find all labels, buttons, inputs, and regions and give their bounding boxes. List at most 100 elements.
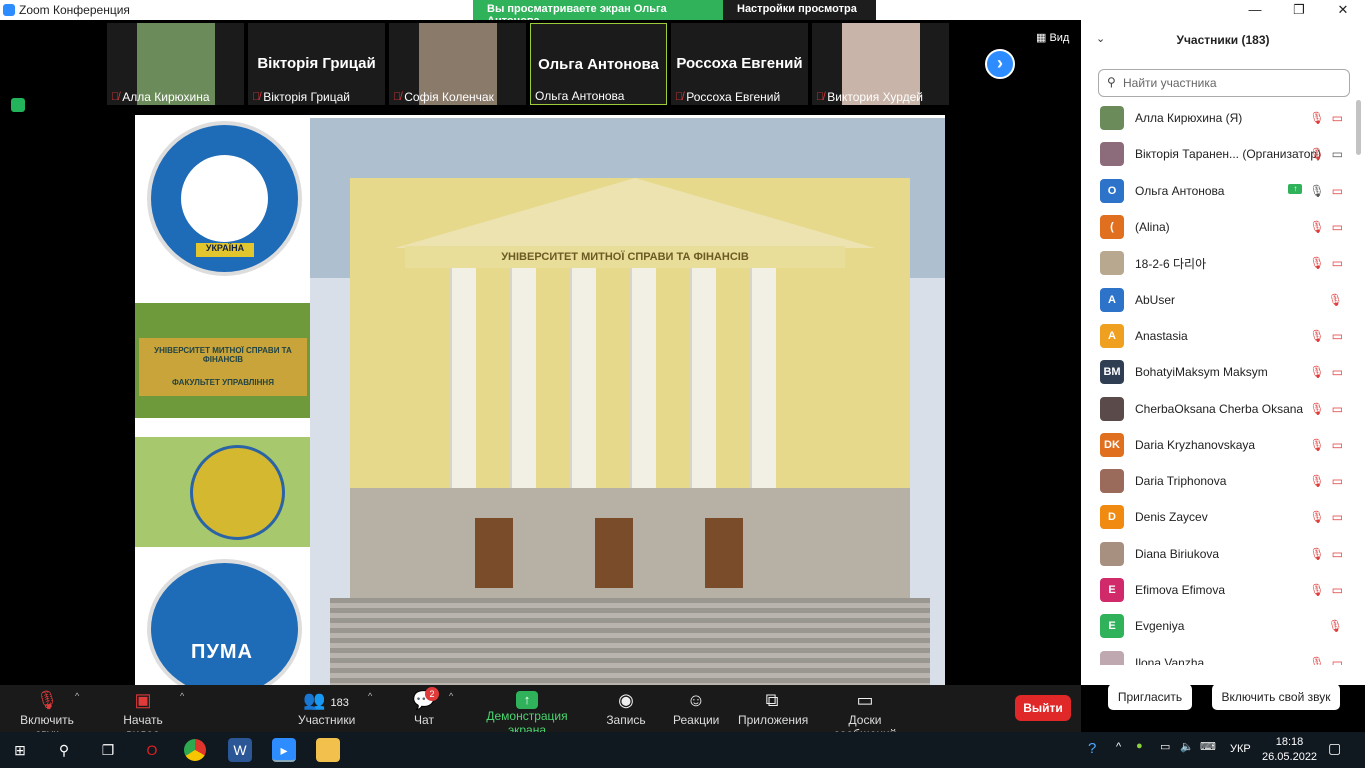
participant-row[interactable]: Алла Кирюхина (Я) 🎙 ▭: [1081, 100, 1355, 136]
video-off-icon[interactable]: ▭: [1332, 656, 1343, 665]
participant-row[interactable]: D Denis Zaycev 🎙 ▭: [1081, 499, 1355, 535]
participant-row[interactable]: Diana Biriukova 🎙 ▭: [1081, 536, 1355, 572]
mic-off-icon: 🎙̸: [252, 91, 261, 103]
mic-off-icon[interactable]: 🎙: [1309, 402, 1324, 416]
chat-caret-icon[interactable]: ^: [449, 691, 453, 701]
participant-list-scrollbar[interactable]: [1356, 100, 1361, 155]
participants-caret-icon[interactable]: ^: [368, 691, 372, 701]
invite-button[interactable]: Пригласить: [1108, 684, 1192, 710]
video-off-icon[interactable]: ▭: [1332, 547, 1343, 561]
keyboard-icon[interactable]: ⌨: [1200, 740, 1216, 753]
participant-status-icons: 🎙 ▭: [1309, 402, 1343, 416]
video-off-icon[interactable]: ▭: [1332, 184, 1343, 198]
audio-options-caret-icon[interactable]: ^: [75, 691, 79, 701]
video-off-icon[interactable]: ▭: [1332, 256, 1343, 270]
video-off-icon[interactable]: ▭: [1332, 510, 1343, 524]
word-icon[interactable]: W: [228, 738, 252, 762]
mic-off-icon[interactable]: 🎙: [1309, 256, 1324, 270]
building-pediment: [395, 178, 875, 248]
task-view-icon[interactable]: ❐: [96, 738, 120, 762]
thumbnail-tile-active[interactable]: Ольга Антонова Ольга Антонова: [530, 23, 667, 105]
volume-icon[interactable]: 🔈: [1180, 740, 1194, 753]
network-icon[interactable]: ▭: [1160, 740, 1170, 753]
reactions-button[interactable]: ☺ Реакции: [673, 687, 719, 727]
system-clock[interactable]: 18:18 26.05.2022: [1262, 735, 1317, 765]
video-off-icon[interactable]: ▭: [1332, 474, 1343, 488]
mic-off-icon[interactable]: 🎙: [1309, 329, 1324, 343]
notifications-icon[interactable]: ▢: [1328, 740, 1341, 757]
video-off-icon[interactable]: ▭: [1332, 438, 1343, 452]
view-settings-button[interactable]: Настройки просмотра ⌄: [723, 0, 876, 28]
participant-row[interactable]: E Efimova Efimova 🎙 ▭: [1081, 572, 1355, 608]
thumbnail-tile[interactable]: 🎙̸ Алла Кирюхина: [107, 23, 244, 105]
participant-name: Ilona Vanzha: [1135, 655, 1205, 665]
participants-count: 183: [330, 697, 349, 709]
participant-row[interactable]: A AbUser 🎙: [1081, 281, 1355, 317]
mic-off-icon[interactable]: 🎙: [1309, 547, 1324, 561]
mic-off-icon[interactable]: 🎙: [1309, 365, 1324, 379]
video-options-caret-icon[interactable]: ^: [180, 691, 184, 701]
search-icon[interactable]: ⚲: [52, 738, 76, 762]
participant-row[interactable]: CherbaOksana Cherba Oksana 🎙 ▭: [1081, 390, 1355, 426]
next-page-arrow-icon[interactable]: ›: [985, 49, 1015, 79]
mic-off-icon[interactable]: 🎙: [1328, 619, 1343, 633]
participant-row[interactable]: BM BohatyiMaksym Maksym 🎙 ▭: [1081, 354, 1355, 390]
input-language[interactable]: УКР: [1230, 743, 1251, 755]
close-window-button[interactable]: ✕: [1321, 0, 1365, 20]
participant-row[interactable]: Daria Triphonova 🎙 ▭: [1081, 463, 1355, 499]
mic-off-icon[interactable]: 🎙: [1328, 293, 1343, 307]
thumbnail-tile[interactable]: 🎙̸ Софія Коленчак: [389, 23, 526, 105]
unmute-self-button[interactable]: Включить свой звук: [1212, 684, 1340, 710]
windows-start-icon[interactable]: ⊞: [8, 738, 32, 762]
chevron-down-icon[interactable]: ⌄: [1096, 32, 1105, 45]
video-off-icon[interactable]: ▭: [1332, 111, 1343, 125]
mic-off-icon[interactable]: 🎙: [1309, 474, 1324, 488]
thumbnail-tile[interactable]: 🎙̸ Виктория Хурдей: [812, 23, 949, 105]
participant-row[interactable]: ((Alina) 🎙 ▭: [1081, 209, 1355, 245]
search-placeholder: Найти участника: [1123, 76, 1217, 90]
help-icon[interactable]: ?: [1088, 740, 1096, 757]
show-hidden-icons-icon[interactable]: ^: [1116, 741, 1121, 753]
video-off-icon[interactable]: ▭: [1332, 402, 1343, 416]
minimize-button[interactable]: —: [1233, 0, 1277, 20]
apps-icon: ⧉: [765, 690, 779, 710]
share-screen-button[interactable]: ↑ Демонстрация экрана: [470, 687, 584, 737]
participant-row[interactable]: О Ольга Антонова ↑ 🎙 ▭: [1081, 173, 1355, 209]
video-off-icon[interactable]: ▭: [1332, 583, 1343, 597]
share-screen-icon: ↑: [516, 691, 538, 709]
mic-off-icon[interactable]: 🎙: [1309, 510, 1324, 524]
mic-off-icon[interactable]: 🎙: [1309, 111, 1324, 125]
apps-button[interactable]: ⧉ Приложения: [738, 687, 808, 727]
mic-off-icon[interactable]: 🎙: [1309, 438, 1324, 452]
opera-browser-icon[interactable]: O: [140, 738, 164, 762]
participant-row[interactable]: Ilona Vanzha 🎙 ▭: [1081, 644, 1355, 665]
participant-row[interactable]: DK Daria Kryzhanovskaya 🎙 ▭: [1081, 427, 1355, 463]
mic-off-icon[interactable]: 🎙: [1309, 583, 1324, 597]
maximize-button[interactable]: ❐: [1277, 0, 1321, 20]
participant-row[interactable]: A Anastasia 🎙 ▭: [1081, 318, 1355, 354]
chrome-browser-icon[interactable]: [184, 739, 206, 761]
thumbnail-tile[interactable]: Вікторія Грицай 🎙̸ Вікторія Грицай: [248, 23, 385, 105]
record-button[interactable]: ◉ Запись: [605, 687, 647, 727]
leave-meeting-button[interactable]: Выйти: [1015, 695, 1071, 721]
encryption-shield-icon[interactable]: [11, 98, 25, 112]
mic-on-icon[interactable]: 🎙: [1309, 184, 1324, 198]
participant-row[interactable]: Вікторія Таранен... (Организатор) 🎙 ▭: [1081, 136, 1355, 172]
mic-off-icon[interactable]: 🎙: [1309, 656, 1324, 665]
tray-app-icon[interactable]: ●: [1136, 740, 1143, 752]
participants-button[interactable]: 👥 183 Участники: [298, 687, 355, 727]
mic-off-icon: 🎙̸: [393, 91, 402, 103]
participant-row[interactable]: 18-2-6 다리아 🎙 ▭: [1081, 245, 1355, 281]
zoom-app-icon[interactable]: ▸: [272, 738, 296, 762]
participant-row[interactable]: E Evgeniya 🎙: [1081, 608, 1355, 644]
video-on-icon[interactable]: ▭: [1332, 147, 1343, 161]
view-button[interactable]: ▦ Вид: [1036, 31, 1069, 44]
mic-off-icon[interactable]: 🎙: [1309, 147, 1324, 161]
file-explorer-icon[interactable]: [316, 738, 340, 762]
video-off-icon[interactable]: ▭: [1332, 220, 1343, 234]
thumbnail-tile[interactable]: Россоха Евгений 🎙̸ Россоха Евгений: [671, 23, 808, 105]
mic-off-icon[interactable]: 🎙: [1309, 220, 1324, 234]
video-off-icon[interactable]: ▭: [1332, 365, 1343, 379]
video-off-icon[interactable]: ▭: [1332, 329, 1343, 343]
participant-search-input[interactable]: ⚲ Найти участника: [1098, 69, 1350, 97]
